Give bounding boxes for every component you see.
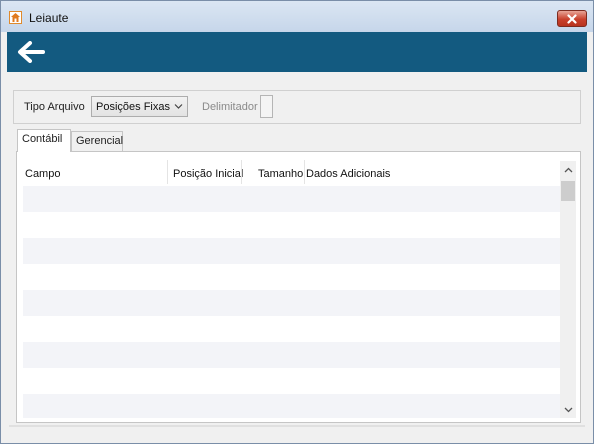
app-logo-icon bbox=[9, 11, 22, 24]
tipo-arquivo-label: Tipo Arquivo bbox=[24, 101, 85, 113]
fields-grid: Campo Posição Inicial Tamanho Dados Adic… bbox=[23, 160, 560, 418]
header-bar bbox=[7, 32, 587, 72]
delimitador-input[interactable] bbox=[260, 95, 273, 118]
table-row[interactable] bbox=[23, 290, 560, 316]
close-button[interactable] bbox=[557, 10, 587, 27]
options-panel: Tipo Arquivo Posições Fixas Delimitador bbox=[13, 90, 581, 124]
table-row[interactable] bbox=[23, 238, 560, 264]
leiaute-window: Leiaute Tipo Arquivo Posições Fixas Deli… bbox=[0, 0, 594, 444]
vertical-scrollbar[interactable] bbox=[560, 161, 576, 418]
table-row[interactable] bbox=[23, 316, 560, 342]
chevron-down-icon bbox=[174, 104, 183, 109]
back-arrow-icon bbox=[18, 41, 45, 63]
table-row[interactable] bbox=[23, 212, 560, 238]
column-header-posicao-inicial[interactable]: Posição Inicial bbox=[173, 168, 243, 180]
table-row[interactable] bbox=[23, 264, 560, 290]
scroll-down-button[interactable] bbox=[560, 401, 576, 418]
column-header-dados-adicionais[interactable]: Dados Adicionais bbox=[306, 168, 390, 180]
tipo-arquivo-select[interactable]: Posições Fixas bbox=[91, 96, 188, 117]
bottom-divider bbox=[9, 425, 585, 427]
table-row[interactable] bbox=[23, 394, 560, 418]
column-separator bbox=[241, 160, 242, 184]
chevron-up-icon bbox=[564, 167, 572, 172]
column-header-tamanho[interactable]: Tamanho bbox=[258, 168, 303, 180]
column-separator bbox=[304, 160, 305, 184]
table-row[interactable] bbox=[23, 368, 560, 394]
back-button[interactable] bbox=[15, 40, 47, 64]
column-header-campo[interactable]: Campo bbox=[25, 168, 60, 180]
delimitador-label: Delimitador bbox=[202, 101, 258, 113]
scroll-thumb[interactable] bbox=[561, 181, 575, 201]
title-bar: Leiaute bbox=[1, 1, 593, 32]
window-title: Leiaute bbox=[29, 11, 69, 25]
table-row[interactable] bbox=[23, 186, 560, 212]
tab-contabil[interactable]: Contábil bbox=[17, 129, 71, 152]
column-separator bbox=[167, 160, 168, 184]
tab-gerencial[interactable]: Gerencial bbox=[71, 131, 123, 151]
grid-header: Campo Posição Inicial Tamanho Dados Adic… bbox=[23, 160, 560, 186]
scroll-up-button[interactable] bbox=[560, 161, 576, 178]
grid-frame: Campo Posição Inicial Tamanho Dados Adic… bbox=[16, 151, 581, 423]
table-row[interactable] bbox=[23, 342, 560, 368]
tipo-arquivo-value: Posições Fixas bbox=[96, 101, 170, 113]
chevron-down-icon bbox=[564, 407, 572, 412]
close-icon bbox=[567, 13, 577, 24]
